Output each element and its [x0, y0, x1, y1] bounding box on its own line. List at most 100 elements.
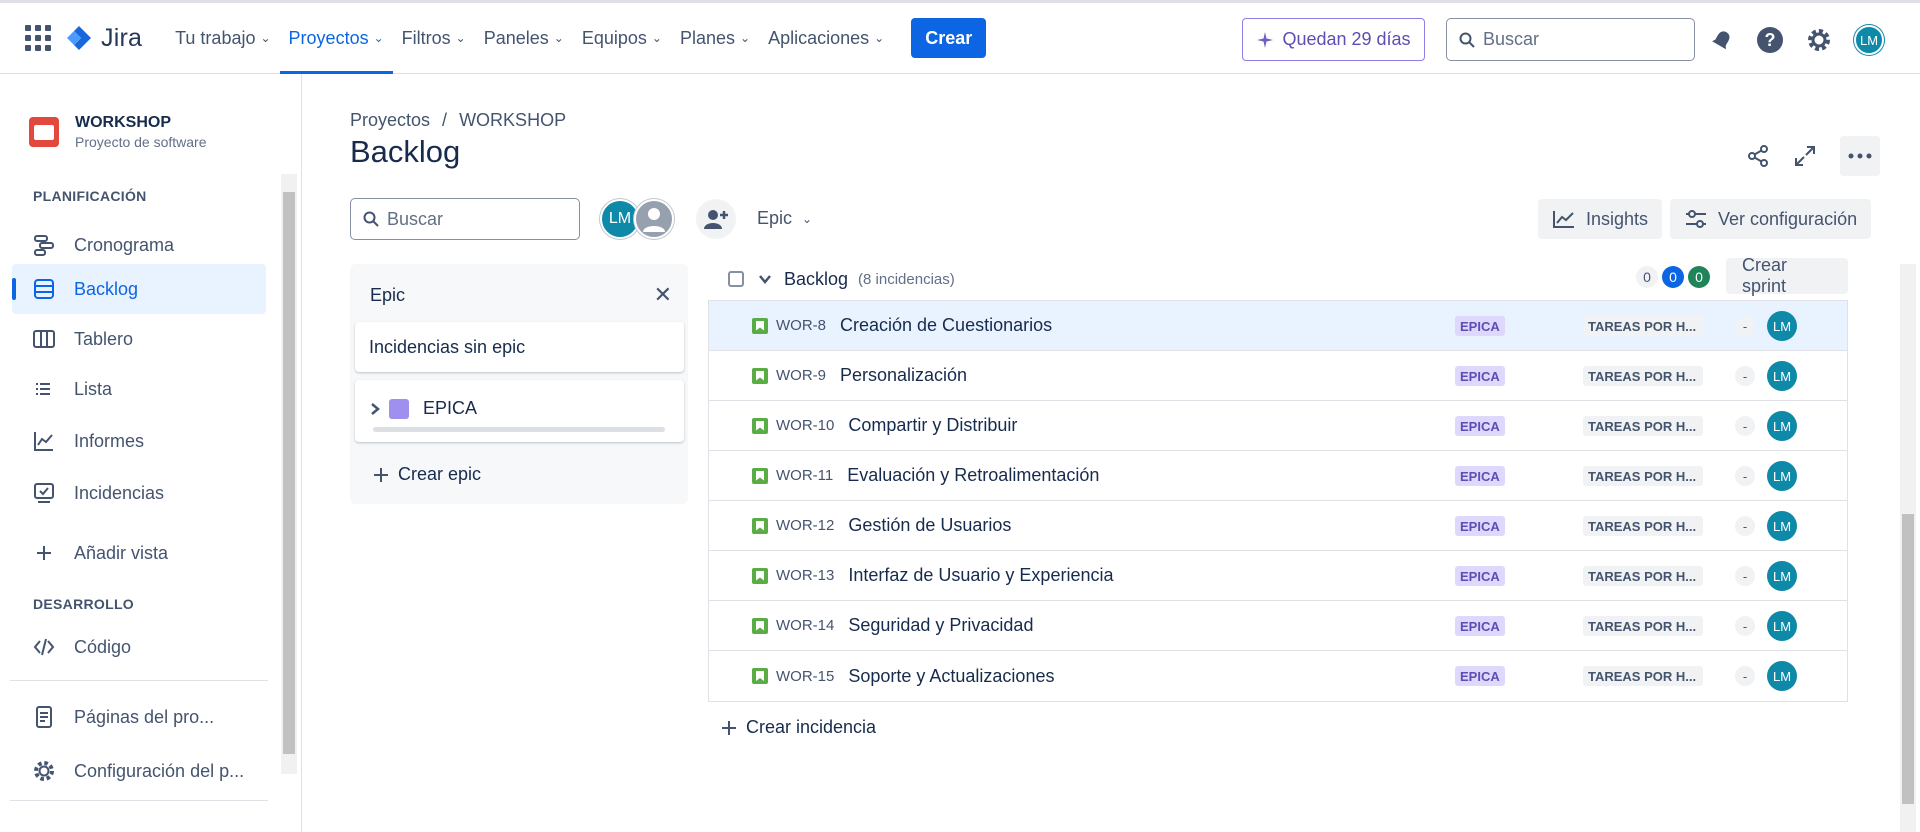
estimate-badge[interactable]: -: [1735, 316, 1755, 336]
main-scrollbar[interactable]: [1900, 264, 1916, 832]
nav-item-aplicaciones[interactable]: Aplicaciones ⌄: [759, 2, 893, 74]
estimate-badge[interactable]: -: [1735, 516, 1755, 536]
unassigned-avatar[interactable]: [634, 199, 674, 239]
status-dropdown[interactable]: TAREAS POR H...: [1583, 416, 1703, 436]
issue-key[interactable]: WOR-13: [776, 567, 834, 584]
epic-lozenge[interactable]: EPICA: [1455, 566, 1505, 586]
issue-summary[interactable]: Creación de Cuestionarios: [840, 315, 1052, 336]
sidebar-item-incidencias[interactable]: Incidencias: [12, 468, 266, 518]
insights-button[interactable]: Insights: [1538, 199, 1663, 239]
status-dropdown[interactable]: TAREAS POR H...: [1583, 616, 1703, 636]
issue-row[interactable]: WOR-9 Personalización EPICA TAREAS POR H...…: [709, 351, 1847, 401]
assignee-avatar[interactable]: LM: [1767, 311, 1797, 341]
breadcrumb-proyectos[interactable]: Proyectos: [350, 110, 430, 131]
sidebar-scrollbar[interactable]: [281, 174, 297, 774]
issue-key[interactable]: WOR-12: [776, 517, 834, 534]
issue-summary[interactable]: Soporte y Actualizaciones: [848, 666, 1054, 687]
create-issue-button[interactable]: Crear incidencia: [720, 717, 876, 738]
global-search-input[interactable]: Buscar: [1446, 18, 1695, 61]
sidebar-item-backlog[interactable]: Backlog: [12, 264, 266, 314]
nav-item-planes[interactable]: Planes ⌄: [671, 2, 759, 74]
assignee-avatar[interactable]: LM: [1767, 361, 1797, 391]
assignee-avatar[interactable]: LM: [1767, 411, 1797, 441]
create-button[interactable]: Crear: [911, 18, 987, 58]
sidebar-item-pages[interactable]: Páginas del pro...: [12, 692, 266, 742]
sidebar-item-cronograma[interactable]: Cronograma: [12, 220, 266, 270]
app-switcher-icon[interactable]: [25, 25, 51, 51]
issue-summary[interactable]: Evaluación y Retroalimentación: [847, 465, 1099, 486]
notifications-icon[interactable]: [1710, 28, 1734, 52]
share-icon[interactable]: [1746, 144, 1770, 168]
status-dropdown[interactable]: TAREAS POR H...: [1583, 666, 1703, 686]
create-sprint-button[interactable]: Crear sprint: [1726, 255, 1848, 296]
epic-lozenge[interactable]: EPICA: [1455, 366, 1505, 386]
epic-lozenge[interactable]: EPICA: [1455, 466, 1505, 486]
estimate-badge[interactable]: -: [1735, 616, 1755, 636]
more-actions-button[interactable]: [1840, 136, 1880, 176]
assignee-avatar[interactable]: LM: [1767, 611, 1797, 641]
user-avatar[interactable]: LM: [1854, 25, 1884, 55]
add-view-button[interactable]: Añadir vista: [12, 528, 266, 578]
help-icon[interactable]: ?: [1756, 26, 1784, 54]
estimate-badge[interactable]: -: [1735, 466, 1755, 486]
create-epic-button[interactable]: Crear epic: [372, 464, 481, 485]
issue-row[interactable]: WOR-10 Compartir y Distribuir EPICA TAREAS …: [709, 401, 1847, 451]
issue-row[interactable]: WOR-11 Evaluación y Retroalimentación EPIC…: [709, 451, 1847, 501]
issue-row[interactable]: WOR-12 Gestión de Usuarios EPICA TAREAS POR…: [709, 501, 1847, 551]
estimate-badge[interactable]: -: [1735, 666, 1755, 686]
nav-item-paneles[interactable]: Paneles ⌄: [475, 2, 573, 74]
estimate-badge[interactable]: -: [1735, 566, 1755, 586]
issue-key[interactable]: WOR-9: [776, 367, 826, 384]
epic-lozenge[interactable]: EPICA: [1455, 416, 1505, 436]
backlog-search-input[interactable]: Buscar: [350, 198, 580, 240]
issue-row[interactable]: WOR-14 Seguridad y Privacidad EPICA TAREAS …: [709, 601, 1847, 651]
add-people-button[interactable]: [696, 199, 736, 239]
status-dropdown[interactable]: TAREAS POR H...: [1583, 366, 1703, 386]
estimate-badge[interactable]: -: [1735, 416, 1755, 436]
issue-row[interactable]: WOR-15 Soporte y Actualizaciones EPICA TARE…: [709, 651, 1847, 701]
issue-key[interactable]: WOR-14: [776, 617, 834, 634]
issue-row[interactable]: WOR-13 Interfaz de Usuario y Experiencia E…: [709, 551, 1847, 601]
main-scrollbar-thumb[interactable]: [1902, 514, 1914, 804]
sidebar-item-lista[interactable]: Lista: [12, 364, 266, 414]
nav-item-proyectos[interactable]: Proyectos ⌄: [279, 2, 393, 74]
epic-filter-dropdown[interactable]: Epic ⌄: [757, 208, 812, 229]
assignee-avatar[interactable]: LM: [1767, 661, 1797, 691]
issue-summary[interactable]: Personalización: [840, 365, 967, 386]
epic-lozenge[interactable]: EPICA: [1455, 616, 1505, 636]
sidebar-item-informes[interactable]: Informes: [12, 416, 266, 466]
project-header[interactable]: WORKSHOP Proyecto de software: [29, 114, 207, 150]
assignee-avatar[interactable]: LM: [1767, 461, 1797, 491]
view-settings-button[interactable]: Ver configuración: [1670, 199, 1872, 239]
status-dropdown[interactable]: TAREAS POR H...: [1583, 516, 1703, 536]
close-icon[interactable]: ✕: [654, 282, 672, 308]
settings-gear-icon[interactable]: [1806, 27, 1832, 53]
epic-lozenge[interactable]: EPICA: [1455, 516, 1505, 536]
sidebar-item-codigo[interactable]: Código: [12, 622, 266, 672]
assignee-avatar[interactable]: LM: [1767, 561, 1797, 591]
sidebar-item-tablero[interactable]: Tablero: [12, 314, 266, 364]
issue-key[interactable]: WOR-10: [776, 417, 834, 434]
issue-key[interactable]: WOR-15: [776, 668, 834, 685]
chevron-right-icon[interactable]: [370, 402, 380, 416]
sidebar-item-project-settings[interactable]: Configuración del p...: [12, 746, 266, 796]
issue-key[interactable]: WOR-8: [776, 317, 826, 334]
nav-item-filtros[interactable]: Filtros ⌄: [393, 2, 475, 74]
issue-summary[interactable]: Compartir y Distribuir: [848, 415, 1017, 436]
breadcrumb-workshop[interactable]: WORKSHOP: [459, 110, 566, 131]
status-dropdown[interactable]: TAREAS POR H...: [1583, 566, 1703, 586]
trial-button[interactable]: Quedan 29 días: [1242, 18, 1425, 61]
nav-item-tu-trabajo[interactable]: Tu trabajo ⌄: [166, 2, 279, 74]
issue-summary[interactable]: Seguridad y Privacidad: [848, 615, 1033, 636]
estimate-badge[interactable]: -: [1735, 366, 1755, 386]
epic-card[interactable]: EPICA: [355, 380, 684, 442]
status-dropdown[interactable]: TAREAS POR H...: [1583, 316, 1703, 336]
expand-icon[interactable]: [1794, 145, 1816, 167]
backlog-select-checkbox[interactable]: [728, 271, 744, 287]
sidebar-scrollbar-thumb[interactable]: [283, 192, 295, 754]
issue-row[interactable]: WOR-8 Creación de Cuestionarios EPICA TAREA…: [709, 301, 1847, 351]
issue-key[interactable]: WOR-11: [776, 467, 833, 484]
epic-lozenge[interactable]: EPICA: [1455, 666, 1505, 686]
epic-lozenge[interactable]: EPICA: [1455, 316, 1505, 336]
issues-without-epic[interactable]: Incidencias sin epic: [355, 322, 684, 372]
